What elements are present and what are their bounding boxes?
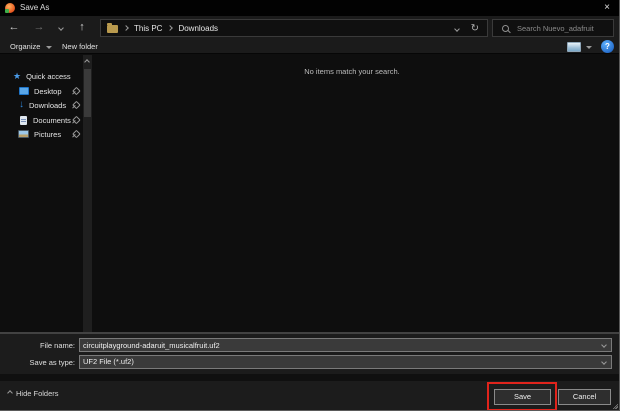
sidebar-item-label: Quick access: [26, 72, 71, 81]
hide-folders-button[interactable]: Hide Folders: [8, 387, 59, 399]
desktop-icon: [19, 87, 29, 95]
file-name-label: File name:: [0, 341, 75, 350]
document-icon: [20, 116, 27, 125]
window-title: Save As: [20, 0, 49, 16]
sidebar-item-label: Downloads: [29, 101, 66, 110]
breadcrumb-downloads[interactable]: Downloads: [178, 24, 218, 33]
view-caret-icon[interactable]: [586, 46, 592, 49]
organize-button[interactable]: Organize: [10, 40, 40, 54]
star-icon: ★: [13, 71, 21, 82]
empty-results-message: No items match your search.: [92, 67, 612, 76]
panel-separator: [0, 374, 620, 381]
command-toolbar: Organize New folder ?: [0, 40, 620, 54]
title-bar: Save As ×: [0, 0, 620, 16]
sidebar-item-quick-access[interactable]: ★ Quick access: [13, 69, 71, 83]
download-arrow-icon: ↓: [19, 101, 24, 109]
folder-icon: [107, 25, 118, 33]
help-icon[interactable]: ?: [601, 40, 614, 53]
scrollbar-thumb[interactable]: [84, 69, 91, 117]
file-name-field-wrap: [79, 338, 612, 352]
pin-icon: [69, 128, 80, 139]
file-form-panel: File name: Save as type: UF2 File (*.uf2…: [0, 332, 620, 374]
save-button[interactable]: Save: [494, 389, 551, 405]
sidebar-scrollbar[interactable]: [83, 55, 92, 332]
organize-caret-icon: [46, 46, 52, 49]
pin-icon: [69, 85, 80, 96]
chevron-up-icon: [7, 390, 13, 396]
sidebar-item-pictures[interactable]: Pictures: [18, 127, 61, 141]
search-input[interactable]: [509, 24, 613, 33]
footer-bar: Hide Folders Save Cancel: [0, 381, 620, 411]
pictures-icon: [18, 130, 29, 138]
back-icon[interactable]: ←: [6, 16, 22, 40]
address-bar[interactable]: This PC Downloads ↻: [100, 19, 488, 37]
up-icon[interactable]: ↑: [74, 16, 90, 40]
save-as-type-label: Save as type:: [0, 358, 75, 367]
sidebar-item-label: Desktop: [34, 87, 62, 96]
recent-locations-chevron-icon[interactable]: [58, 25, 64, 31]
sidebar-item-label: Pictures: [34, 130, 61, 139]
sidebar-item-desktop[interactable]: Desktop: [19, 84, 62, 98]
breadcrumb-chevron-icon[interactable]: [168, 25, 174, 31]
new-folder-button[interactable]: New folder: [62, 40, 98, 54]
refresh-icon[interactable]: ↻: [471, 20, 479, 37]
sidebar-item-label: Documents: [33, 116, 71, 125]
file-name-input[interactable]: [80, 339, 611, 351]
close-icon[interactable]: ×: [596, 0, 618, 16]
save-as-dialog: Save As × ← → ↑ This PC Downloads ↻ Orga…: [0, 0, 620, 411]
scroll-up-icon[interactable]: [84, 59, 90, 65]
hide-folders-label: Hide Folders: [16, 389, 59, 398]
address-dropdown-chevron-icon[interactable]: [454, 26, 460, 32]
app-icon: [5, 3, 15, 13]
save-as-type-chevron-icon: [601, 359, 607, 365]
search-box[interactable]: [492, 19, 614, 37]
save-as-type-select[interactable]: UF2 File (*.uf2): [79, 355, 612, 369]
pin-icon: [69, 99, 80, 110]
pin-icon: [69, 114, 80, 125]
view-thumbnails-icon[interactable]: [567, 42, 581, 52]
resize-grip[interactable]: [612, 403, 618, 409]
main-area: ★ Quick access Desktop ↓ Downloads Docum…: [0, 55, 620, 332]
breadcrumb-this-pc[interactable]: This PC: [134, 24, 162, 33]
forward-icon[interactable]: →: [31, 16, 47, 40]
sidebar-item-documents[interactable]: Documents: [20, 113, 71, 127]
save-as-type-value: UF2 File (*.uf2): [83, 356, 134, 368]
sidebar-item-downloads[interactable]: ↓ Downloads: [19, 98, 66, 112]
breadcrumb-chevron-icon[interactable]: [123, 25, 129, 31]
cancel-button[interactable]: Cancel: [558, 389, 611, 405]
search-icon: [502, 25, 509, 32]
navigation-bar: ← → ↑ This PC Downloads ↻: [0, 16, 620, 40]
